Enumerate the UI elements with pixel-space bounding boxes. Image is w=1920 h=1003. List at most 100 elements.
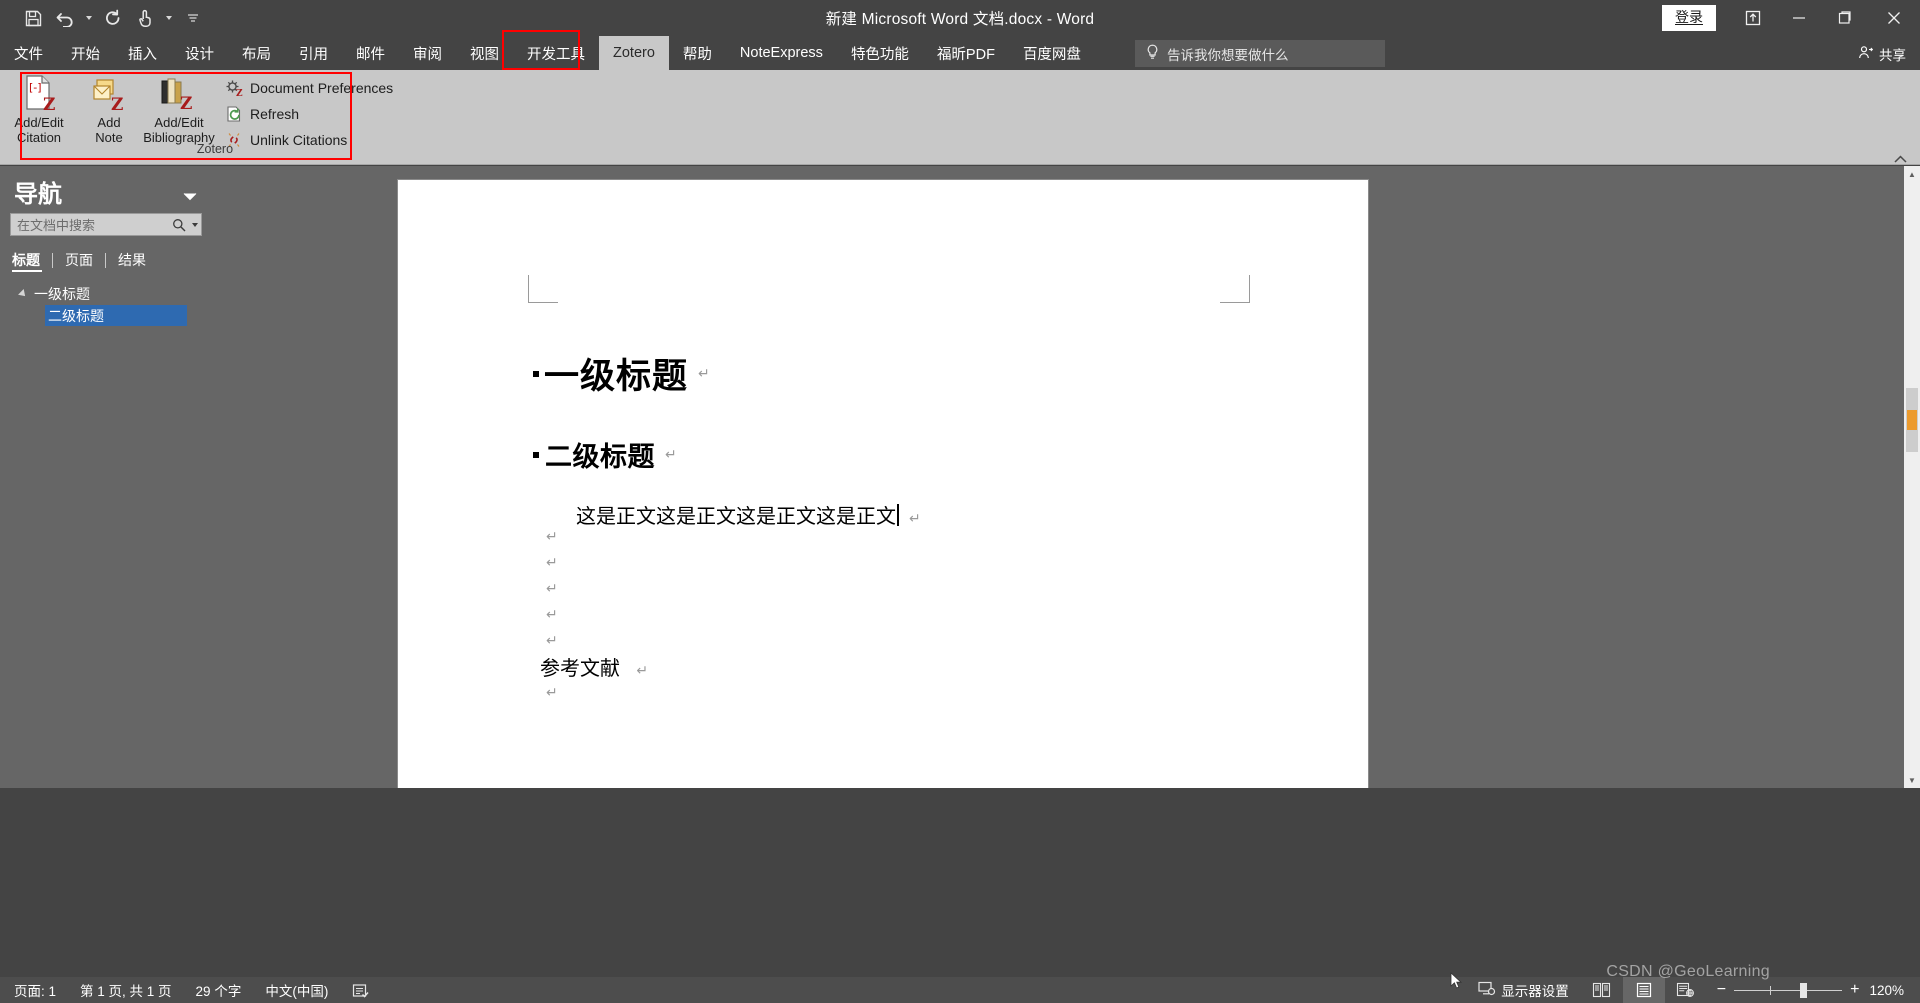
- customize-qat-icon[interactable]: [178, 3, 208, 33]
- tree-item-heading2-label: 二级标题: [48, 306, 104, 326]
- navigation-pane-title: 导航: [14, 174, 62, 209]
- touch-mode-icon[interactable]: [130, 3, 160, 33]
- undo-dropdown-icon[interactable]: [82, 3, 96, 33]
- ribbon-group-label: Zotero: [0, 142, 430, 156]
- display-settings-label: 显示器设置: [1501, 980, 1569, 1000]
- save-icon[interactable]: [18, 3, 48, 33]
- refresh-button[interactable]: Refresh: [222, 101, 393, 127]
- empty-paragraph[interactable]: ↵: [546, 684, 558, 701]
- tree-item-heading2[interactable]: 二级标题: [45, 305, 187, 326]
- vertical-scrollbar[interactable]: ▲ ▼: [1904, 166, 1920, 788]
- add-edit-citation-button[interactable]: [-] Z Add/Edit Citation: [4, 73, 74, 145]
- nav-tab-active-underline: [12, 270, 42, 272]
- document-references-paragraph[interactable]: 参考文献 ↵: [540, 652, 648, 681]
- tab-references[interactable]: 引用: [285, 36, 342, 70]
- navigation-tabs: 标题 页面 结果: [10, 250, 158, 270]
- pilcrow-mark: ↵: [698, 365, 710, 382]
- zoom-track[interactable]: [1734, 990, 1842, 991]
- tab-home[interactable]: 开始: [57, 36, 114, 70]
- tell-me-placeholder: 告诉我你想要做什么: [1167, 44, 1289, 64]
- nav-tab-results[interactable]: 结果: [106, 250, 158, 270]
- tab-view[interactable]: 视图: [456, 36, 513, 70]
- expand-triangle-icon[interactable]: [18, 289, 28, 299]
- document-heading1[interactable]: 一级标题 ↵: [533, 348, 710, 399]
- tab-help[interactable]: 帮助: [669, 36, 726, 70]
- title-bar: 新建 Microsoft Word 文档.docx - Word 登录: [0, 0, 1920, 36]
- close-icon[interactable]: [1868, 0, 1920, 36]
- svg-text:Z: Z: [43, 95, 55, 114]
- empty-paragraph[interactable]: ↵: [546, 580, 558, 597]
- tab-design[interactable]: 设计: [171, 36, 228, 70]
- add-note-button[interactable]: Z Add Note: [74, 73, 144, 145]
- document-page[interactable]: 一级标题 ↵ 二级标题 ↵ 这是正文这是正文这是正文这是正文 ↵ ↵ ↵ ↵ ↵…: [398, 180, 1368, 788]
- ribbon-display-options-icon[interactable]: [1730, 0, 1776, 36]
- display-settings-button[interactable]: 显示器设置: [1466, 980, 1581, 1000]
- refresh-label: Refresh: [250, 106, 299, 122]
- document-body-text: 这是正文这是正文这是正文这是正文: [576, 500, 896, 529]
- refresh-icon: [224, 105, 243, 124]
- zoom-out-button[interactable]: −: [1717, 981, 1726, 999]
- tab-featured[interactable]: 特色功能: [837, 36, 923, 70]
- search-icon[interactable]: [169, 218, 189, 232]
- tab-zotero[interactable]: Zotero: [599, 36, 669, 70]
- tab-baidu-netdisk[interactable]: 百度网盘: [1009, 36, 1095, 70]
- proofing-errors-icon[interactable]: [340, 983, 381, 998]
- zoom-midpoint-mark: [1770, 986, 1771, 995]
- tell-me-search[interactable]: 告诉我你想要做什么: [1135, 40, 1385, 67]
- chevron-down-icon[interactable]: [183, 188, 197, 206]
- tab-review[interactable]: 审阅: [399, 36, 456, 70]
- minimize-icon[interactable]: [1776, 0, 1822, 36]
- tab-layout[interactable]: 布局: [228, 36, 285, 70]
- empty-paragraph[interactable]: ↵: [546, 606, 558, 623]
- zotero-big-buttons: [-] Z Add/Edit Citation Z: [4, 73, 214, 145]
- zoom-level-label[interactable]: 120%: [1869, 983, 1920, 998]
- redo-icon[interactable]: [98, 3, 128, 33]
- undo-icon[interactable]: [50, 3, 80, 33]
- tab-foxit-pdf[interactable]: 福昕PDF: [923, 36, 1009, 70]
- tree-item-heading1-label: 一级标题: [34, 284, 90, 304]
- zoom-slider[interactable]: − +: [1707, 981, 1870, 999]
- sign-in-button[interactable]: 登录: [1662, 5, 1716, 31]
- monitor-settings-icon: [1478, 981, 1496, 999]
- zoom-in-button[interactable]: +: [1850, 981, 1859, 999]
- mouse-cursor: [1450, 972, 1463, 995]
- touch-mode-dropdown-icon[interactable]: [162, 3, 176, 33]
- zotero-ribbon-group: [-] Z Add/Edit Citation Z: [0, 70, 430, 165]
- tab-file[interactable]: 文件: [0, 36, 57, 70]
- ribbon-body: [-] Z Add/Edit Citation Z: [0, 70, 1920, 165]
- search-options-chevron-down-icon[interactable]: [189, 223, 201, 227]
- quick-access-toolbar: [18, 0, 208, 36]
- nav-tab-headings[interactable]: 标题: [10, 250, 52, 270]
- document-body-paragraph[interactable]: 这是正文这是正文这是正文这是正文 ↵: [576, 500, 921, 529]
- status-page-of[interactable]: 第 1 页, 共 1 页: [68, 980, 184, 1000]
- status-page-field[interactable]: 页面: 1: [0, 980, 68, 1000]
- scroll-up-icon[interactable]: ▲: [1904, 166, 1920, 182]
- restore-icon[interactable]: [1822, 0, 1868, 36]
- svg-text:Z: Z: [236, 89, 243, 97]
- status-language[interactable]: 中文(中国): [253, 980, 340, 1000]
- pilcrow-mark: ↵: [665, 446, 677, 463]
- scroll-down-icon[interactable]: ▼: [1904, 772, 1920, 788]
- tab-developer[interactable]: 开发工具: [513, 36, 599, 70]
- share-button[interactable]: 共享: [1858, 40, 1906, 67]
- add-edit-bibliography-button[interactable]: Z Add/Edit Bibliography: [144, 73, 214, 145]
- status-word-count[interactable]: 29 个字: [184, 980, 254, 1000]
- tab-mailings[interactable]: 邮件: [342, 36, 399, 70]
- scrollbar-position-marker: [1907, 410, 1917, 430]
- document-heading2[interactable]: 二级标题 ↵: [533, 435, 677, 474]
- share-label: 共享: [1879, 44, 1906, 64]
- tab-noteexpress[interactable]: NoteExpress: [726, 36, 837, 70]
- svg-text:Z: Z: [180, 94, 192, 114]
- zoom-thumb[interactable]: [1800, 983, 1807, 998]
- empty-paragraph[interactable]: ↵: [546, 554, 558, 571]
- navigation-search-input[interactable]: 在文档中搜索: [10, 213, 202, 236]
- empty-paragraph[interactable]: ↵: [546, 632, 558, 649]
- nav-tab-pages[interactable]: 页面: [53, 250, 105, 270]
- tree-item-heading1[interactable]: 一级标题: [0, 283, 218, 305]
- window-controls: 登录: [1662, 0, 1920, 36]
- watermark-text: CSDN @GeoLearning: [1606, 963, 1770, 981]
- empty-paragraph[interactable]: ↵: [546, 528, 558, 545]
- document-preferences-button[interactable]: Z Document Preferences: [222, 75, 393, 101]
- pilcrow-mark: ↵: [636, 663, 648, 679]
- tab-insert[interactable]: 插入: [114, 36, 171, 70]
